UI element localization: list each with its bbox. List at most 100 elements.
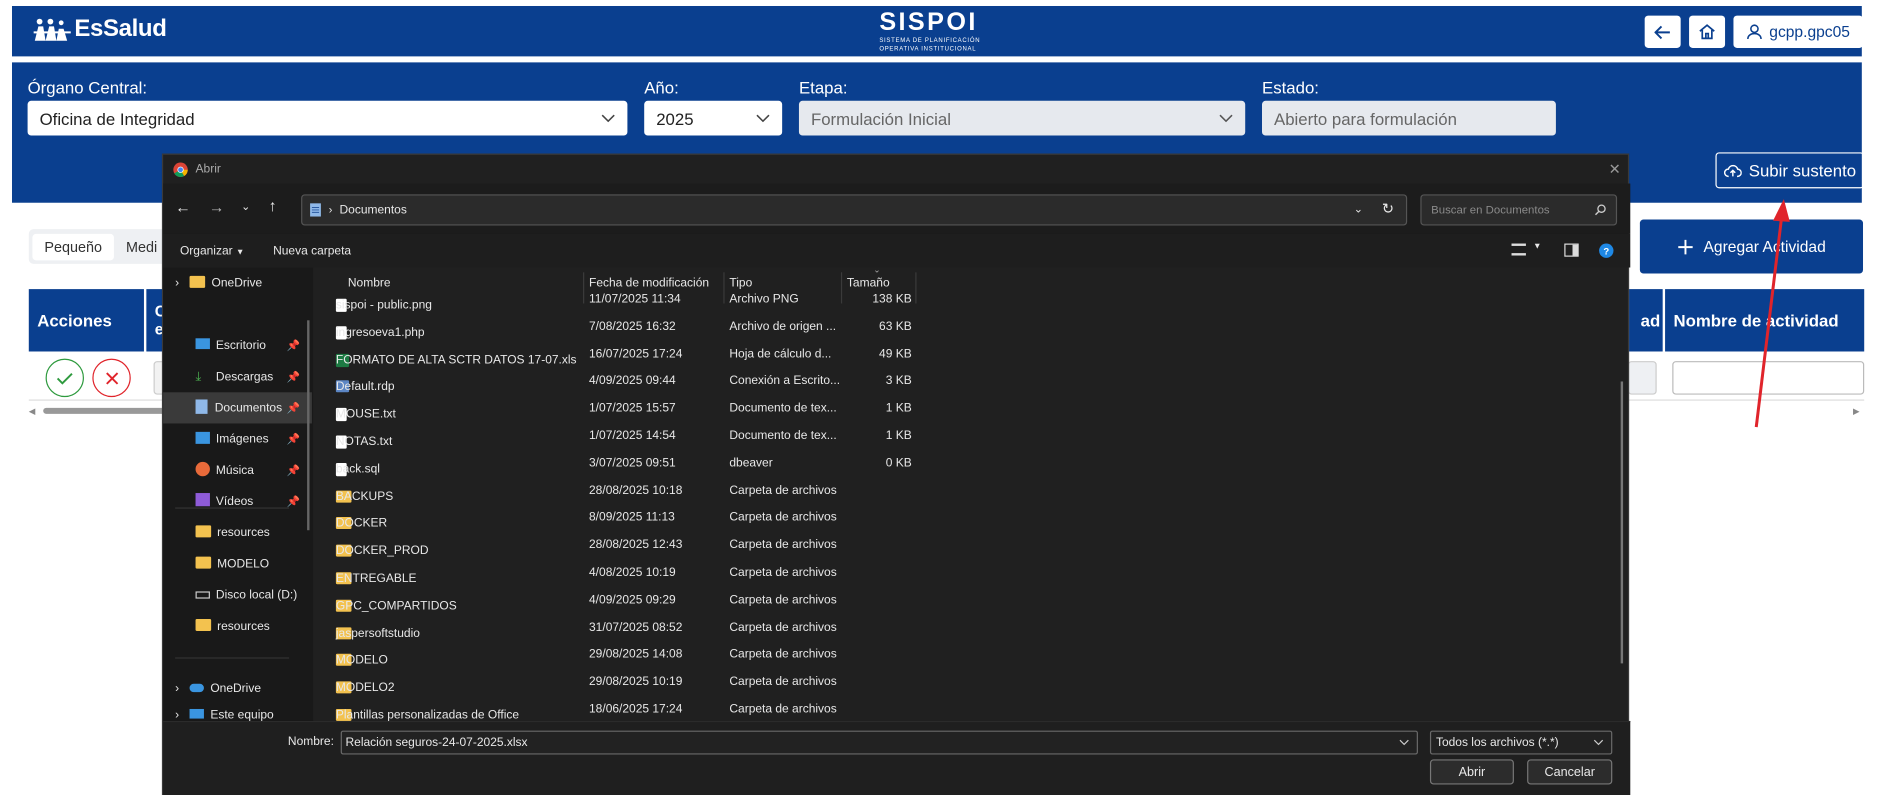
sidebar-item[interactable]: Disco local (D:) [163, 579, 312, 610]
expand-chevron-icon[interactable]: › [175, 682, 179, 695]
address-dropdown-icon[interactable]: ⌄ [1354, 203, 1363, 216]
filetype-value: Todos los archivos (*.*) [1435, 735, 1559, 750]
app-tagline-2: OPERATIVA INSTITUCIONAL [879, 45, 977, 53]
file-row[interactable]: MOUSE.txt 1/07/2025 15:57 Documento de tex… [335, 396, 1416, 424]
sidebar-item[interactable]: resources [163, 611, 312, 642]
expand-chevron-icon[interactable]: › [175, 708, 179, 721]
check-icon [56, 372, 73, 385]
file-open-dialog: Abrir ✕ ← → ⌄ ↑ › Documentos ⌄ ↻ Buscar … [161, 153, 1631, 795]
home-icon [1699, 24, 1715, 40]
search-input[interactable]: Buscar en Documentos [1420, 194, 1618, 226]
back-button[interactable] [1644, 15, 1681, 48]
file-row[interactable]: MODELO 29/08/2025 14:08 Carpeta de archivo… [335, 642, 1416, 670]
filename-value: Relación seguros-24-07-2025.xlsx [345, 735, 528, 750]
sidebar-item-label: Vídeos [215, 494, 254, 509]
subir-sustento-button[interactable]: Subir sustento [1715, 152, 1865, 189]
abrir-button[interactable]: Abrir [1429, 759, 1514, 785]
sidebar-item[interactable]: Escritorio 📌 [163, 330, 312, 361]
sidebar-item-label: Escritorio [215, 338, 266, 353]
breadcrumb: Documentos [339, 203, 407, 217]
command-bar: Organizar ▼ Nueva carpeta ▼ ? [163, 233, 1631, 268]
organizar-label: Organizar [179, 244, 233, 258]
sidebar-item-label: resources [217, 526, 270, 540]
file-row[interactable]: jaspersoftstudio 31/07/2025 08:52 Carpeta … [335, 615, 1416, 643]
approve-button[interactable] [45, 358, 84, 398]
sidebar-item[interactable]: Vídeos 📌 [163, 486, 312, 517]
file-row[interactable]: ingresoeva1.php 7/08/2025 16:32 Archivo de… [335, 314, 1416, 342]
reject-button[interactable] [92, 358, 131, 398]
sidebar-item[interactable]: Imágenes 📌 [163, 423, 312, 454]
view-options-chevron-icon[interactable]: ▼ [1533, 242, 1541, 250]
preview-pane-icon[interactable] [1564, 243, 1579, 257]
file-row[interactable]: Default.rdp 4/09/2025 09:44 Conexión a Esc… [335, 369, 1416, 397]
file-list-scrollbar[interactable] [1620, 381, 1624, 664]
sidebar-item-label: OneDrive [211, 276, 263, 290]
estado-field: Abierto para formulación [1262, 100, 1556, 136]
search-icon [1594, 204, 1606, 216]
refresh-icon[interactable]: ↻ [1382, 200, 1394, 217]
chevron-down-icon[interactable] [1399, 739, 1410, 746]
user-icon [1746, 24, 1762, 40]
sidebar-item[interactable]: ⤓ Descargas 📌 [163, 361, 312, 392]
organo-select[interactable]: Oficina de Integridad [27, 100, 628, 136]
file-list: Nombre Fecha de modificación Tipo Tamaño… [319, 266, 1624, 722]
file-row[interactable]: ENTREGABLE 4/08/2025 10:19 Carpeta de arch… [335, 560, 1416, 588]
file-row[interactable]: sispoi - public.png 11/07/2025 11:34 Archi… [335, 287, 1416, 315]
file-row[interactable]: back.sql 3/07/2025 09:51 dbeaver 0 KB [335, 451, 1416, 479]
filename-input[interactable]: Relación seguros-24-07-2025.xlsx [340, 730, 1418, 755]
sidebar-item[interactable]: › OneDrive [163, 268, 312, 299]
dialog-close-icon[interactable]: ✕ [1609, 161, 1621, 178]
file-name: MOUSE.txt [335, 408, 396, 422]
file-name: back.sql [335, 462, 380, 477]
nav-recent-icon[interactable]: ⌄ [241, 200, 250, 213]
nav-forward-icon[interactable]: → [209, 198, 225, 216]
file-size: 3 KB [885, 374, 912, 388]
size-tab-medium[interactable]: Medi [114, 233, 169, 259]
etapa-select[interactable]: Formulación Inicial [798, 100, 1246, 136]
file-name: BACKUPS [335, 490, 394, 504]
file-row[interactable]: BACKUPS 28/08/2025 10:18 Carpeta de archiv… [335, 478, 1416, 506]
scroll-left-icon[interactable]: ◀ [29, 407, 35, 416]
home-button[interactable] [1689, 15, 1726, 48]
sidebar-item-label: OneDrive [210, 681, 262, 696]
file-type: Carpeta de archivos [729, 620, 837, 635]
file-date: 4/09/2025 09:44 [589, 374, 676, 388]
user-button[interactable]: gcpp.gpc05 [1733, 15, 1864, 48]
music-icon [195, 461, 216, 479]
view-options-icon[interactable] [1511, 243, 1526, 256]
folder-icon [189, 275, 212, 291]
filetype-select[interactable]: Todos los archivos (*.*) [1429, 730, 1613, 755]
file-row[interactable]: DOCKER 8/09/2025 11:13 Carpeta de archivos [335, 506, 1416, 534]
nav-back-icon[interactable]: ← [175, 198, 191, 216]
cancelar-button[interactable]: Cancelar [1527, 759, 1613, 785]
help-icon[interactable]: ? [1599, 243, 1614, 258]
nueva-carpeta-button[interactable]: Nueva carpeta [273, 244, 351, 257]
nav-up-icon[interactable]: ↑ [269, 197, 277, 215]
expand-chevron-icon[interactable]: › [175, 277, 179, 290]
size-tab-small[interactable]: Pequeño [32, 233, 115, 260]
file-row[interactable]: DOCKER_PROD 28/08/2025 12:43 Carpeta de ar… [335, 533, 1416, 561]
sidebar-item[interactable]: Música 📌 [163, 455, 312, 486]
scroll-right-icon[interactable]: ▶ [1853, 407, 1859, 416]
file-row[interactable]: FORMATO DE ALTA SCTR DATOS 17-07.xls 16/0… [335, 341, 1416, 369]
organizar-button[interactable]: Organizar ▼ [180, 244, 244, 257]
file-name: GPC_COMPARTIDOS [335, 599, 457, 613]
file-row[interactable]: NOTAS.txt 1/07/2025 14:54 Documento de tex… [335, 423, 1416, 451]
pin-icon: 📌 [286, 370, 300, 383]
anio-select[interactable]: 2025 [644, 100, 783, 136]
file-type: Carpeta de archivos [729, 566, 837, 580]
file-row[interactable]: MODELO2 29/08/2025 10:19 Carpeta de archiv… [335, 670, 1416, 698]
nav-pane-scrollbar[interactable] [307, 320, 310, 531]
close-icon [105, 371, 118, 384]
file-row[interactable]: GPC_COMPARTIDOS 4/09/2025 09:29 Carpeta de… [335, 588, 1416, 616]
pin-icon: 📌 [286, 338, 300, 351]
file-size: 63 KB [879, 320, 912, 334]
sidebar-item[interactable]: resources [163, 517, 312, 548]
row-field-partial-right[interactable] [1627, 361, 1657, 395]
sidebar-item[interactable]: MODELO [163, 548, 312, 579]
address-bar[interactable]: › Documentos ⌄ ↻ [301, 194, 1408, 226]
sidebar-item[interactable]: Documentos 📌 [163, 392, 312, 424]
file-type: Archivo PNG [729, 292, 799, 306]
file-name: DOCKER [335, 517, 388, 531]
file-date: 4/09/2025 09:29 [589, 593, 676, 607]
